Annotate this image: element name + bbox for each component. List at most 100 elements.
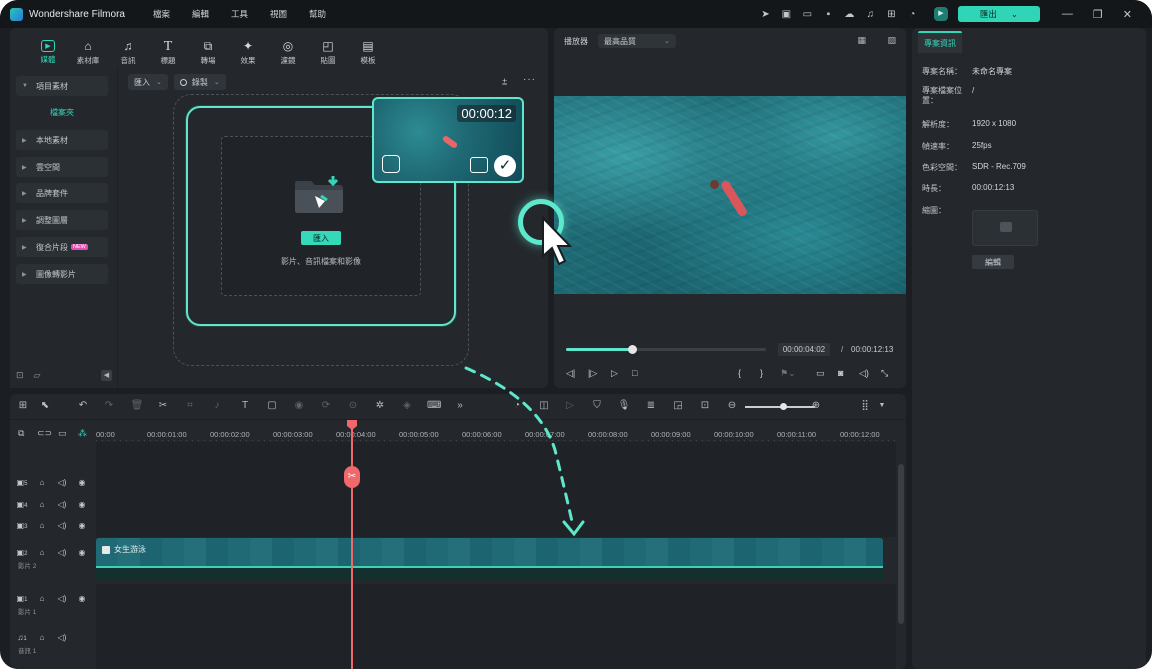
keyframe-icon[interactable]: ◈: [400, 400, 414, 411]
lock-icon[interactable]: ⌂: [36, 633, 48, 642]
scrubber-handle[interactable]: [628, 345, 637, 354]
pip-icon[interactable]: ◲: [671, 400, 685, 411]
timeline-video-clip[interactable]: 女生游泳: [96, 538, 883, 566]
import-dropdown[interactable]: 匯入 ⌄: [128, 74, 168, 90]
sidebar-item-folder[interactable]: 檔案夾: [16, 102, 108, 122]
menu-file[interactable]: 檔案: [153, 8, 170, 20]
magnet-icon[interactable]: ⁂: [78, 428, 87, 439]
link-icon[interactable]: ⊂⊃: [37, 428, 52, 439]
auto-reframe-icon[interactable]: ◫: [537, 400, 551, 411]
speaker-icon[interactable]: ◁): [56, 594, 68, 603]
cut-icon[interactable]: ✂: [156, 400, 170, 411]
play-icon[interactable]: ▷: [611, 368, 618, 379]
drag-handle-icon[interactable]: ⣿: [858, 400, 872, 411]
menu-view[interactable]: 視圖: [270, 8, 287, 20]
eye-icon[interactable]: ◉: [76, 500, 88, 509]
shield-icon[interactable]: ⛉: [590, 400, 604, 411]
playback-icon[interactable]: ▷: [563, 400, 577, 411]
cloud-upload-icon[interactable]: ☁: [844, 9, 855, 20]
tab-transitions[interactable]: ⧉ 轉場: [188, 28, 228, 68]
tab-media[interactable]: ▶ 媒體: [28, 28, 68, 68]
speaker-icon[interactable]: ◁): [56, 478, 68, 487]
fullscreen-icon[interactable]: ⤡: [881, 368, 888, 379]
sidebar-item-cloud[interactable]: ▶ 雲空間: [16, 157, 108, 177]
lock-icon[interactable]: ⌂: [36, 521, 48, 530]
lock-icon[interactable]: ⌂: [36, 594, 48, 603]
select-tool-icon[interactable]: ⬉: [38, 400, 52, 411]
empty-track-area[interactable]: [96, 442, 896, 537]
caret-down-icon[interactable]: ▼: [875, 402, 889, 409]
sidebar-item-local[interactable]: ▶ 本地素材: [16, 130, 108, 150]
snapshot-icon[interactable]: ◙: [838, 368, 843, 378]
current-time[interactable]: 00:00:04:02: [778, 343, 830, 356]
undo-icon[interactable]: ↶: [76, 400, 90, 411]
display-icon[interactable]: ▭: [816, 368, 825, 379]
tab-audio[interactable]: ♫ 音訊: [108, 28, 148, 68]
split-view-icon[interactable]: ▦: [857, 35, 866, 46]
speaker-icon[interactable]: ◁): [56, 500, 68, 509]
thumbnail-preview[interactable]: [972, 210, 1038, 246]
close-icon[interactable]: ✕: [1123, 8, 1132, 21]
speaker-icon[interactable]: ◁): [56, 548, 68, 557]
playback-scrubber[interactable]: [566, 345, 766, 354]
timeline-vertical-scrollbar[interactable]: [898, 464, 904, 624]
monitor-icon[interactable]: ▭: [802, 9, 813, 20]
image-icon[interactable]: ▨: [887, 35, 896, 46]
add-track-icon[interactable]: ⧉: [18, 428, 24, 439]
track-height-icon[interactable]: ▭: [58, 428, 67, 439]
import-button[interactable]: 匯入: [301, 231, 341, 245]
lock-icon[interactable]: ⌂: [36, 548, 48, 557]
stabilize-icon[interactable]: ⊙: [346, 400, 360, 411]
sidebar-item-brand-kit[interactable]: ▶ 品牌套件: [16, 183, 108, 203]
scissors-icon[interactable]: ✂: [344, 466, 360, 488]
lock-icon[interactable]: ⌂: [36, 500, 48, 509]
sidebar-item-image-to-video[interactable]: ▶ 圖像轉影片: [16, 264, 108, 284]
save-icon[interactable]: ▪: [823, 9, 834, 20]
eye-icon[interactable]: ◉: [76, 521, 88, 530]
export-button[interactable]: 匯出 ⌄: [957, 6, 1040, 22]
mask-icon[interactable]: ▢: [265, 400, 279, 411]
prev-frame-icon[interactable]: ◁|: [566, 368, 575, 379]
more-tools-icon[interactable]: »: [453, 400, 467, 411]
dragged-clip-thumbnail[interactable]: 00:00:12 ✓: [372, 97, 524, 183]
crop-icon[interactable]: ⌗: [183, 400, 197, 411]
eye-icon[interactable]: ◉: [76, 548, 88, 557]
sidebar-item-project-media[interactable]: ▼ 項目素材: [16, 76, 108, 96]
grid-icon[interactable]: ⊞: [886, 9, 897, 20]
timeline-ruler[interactable]: 00:00 00:00:01:00 00:00:02:00 00:00:03:00 00…: [96, 420, 896, 442]
volume-icon[interactable]: ◁): [859, 368, 869, 379]
edit-thumbnail-button[interactable]: 編輯: [972, 255, 1014, 269]
color-icon[interactable]: ◉: [292, 400, 306, 411]
tab-stickers[interactable]: ◰ 貼圖: [308, 28, 348, 68]
menu-tools[interactable]: 工具: [231, 8, 248, 20]
minimize-icon[interactable]: —: [1062, 8, 1073, 20]
eye-icon[interactable]: ◉: [76, 478, 88, 487]
more-icon[interactable]: ···: [523, 74, 536, 85]
folder-icon[interactable]: ▱: [34, 370, 41, 381]
mark-out-icon[interactable]: }: [760, 368, 763, 378]
tab-store[interactable]: ⌂ 素材庫: [68, 28, 108, 68]
menu-edit[interactable]: 編輯: [192, 8, 209, 20]
next-frame-icon[interactable]: |▷: [588, 368, 597, 379]
ai-tool-icon[interactable]: ✲: [373, 400, 387, 411]
headset-icon[interactable]: ♫: [865, 9, 876, 20]
render-icon[interactable]: ◔: [510, 400, 524, 411]
sidebar-item-adjustment-layer[interactable]: ▶ 調整圖層: [16, 210, 108, 230]
new-folder-icon[interactable]: ⊡: [16, 370, 24, 381]
collapse-sidebar-icon[interactable]: ◀: [101, 369, 112, 381]
eye-icon[interactable]: ◉: [76, 594, 88, 603]
quality-dropdown[interactable]: 最高品質 ⌄: [598, 34, 676, 48]
speaker-icon[interactable]: ◁): [56, 633, 68, 642]
avatar[interactable]: ▶: [933, 7, 948, 21]
bell-icon[interactable]: ◔: [907, 9, 918, 20]
tab-project-info[interactable]: 專案資訊: [918, 31, 962, 53]
microphone-icon[interactable]: 🎙: [617, 400, 631, 411]
record-dropdown[interactable]: 錄製 ⌄: [173, 74, 226, 90]
zoom-slider-handle[interactable]: [780, 403, 787, 410]
gift-icon[interactable]: ▣: [781, 9, 792, 20]
speed-icon[interactable]: ⟳: [319, 400, 333, 411]
translate-icon[interactable]: ⌨: [427, 400, 441, 411]
speaker-icon[interactable]: ◁): [56, 521, 68, 530]
timeline-clip-audio[interactable]: [96, 566, 883, 580]
redo-icon[interactable]: ↷: [102, 400, 116, 411]
